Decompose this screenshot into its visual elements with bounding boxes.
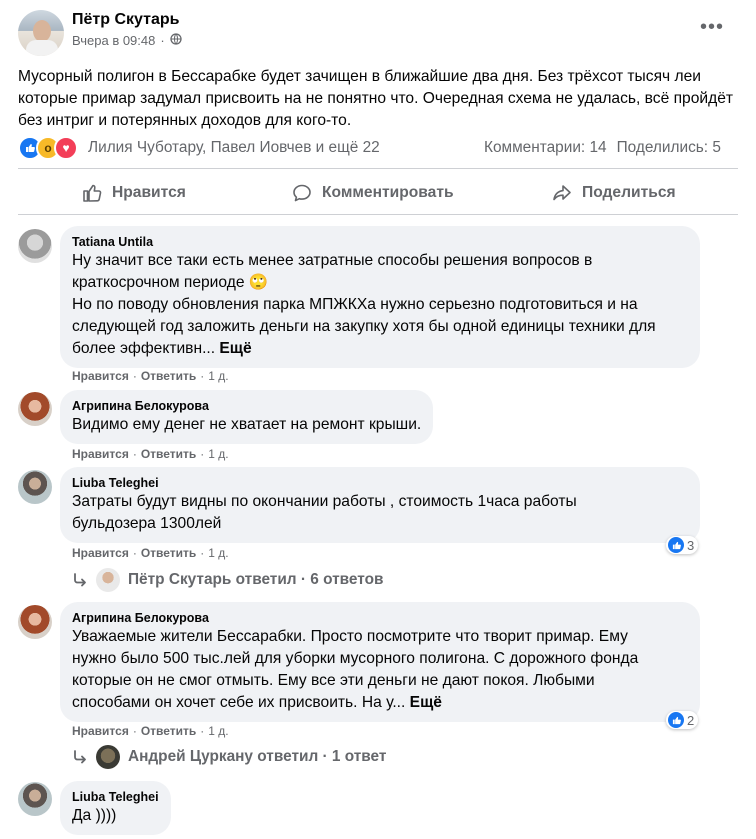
divider [18, 214, 738, 215]
commenter-avatar[interactable] [18, 392, 52, 426]
comment-bubble: Агрипина Белокурова Видимо ему денег не … [60, 390, 434, 444]
comment-button[interactable]: Комментировать [292, 176, 454, 210]
comment-icon [293, 184, 311, 202]
comment-text: Уважаемые жители Бессарабки. Просто посм… [72, 628, 639, 711]
like-label: Нравится [112, 184, 186, 201]
comment-actions: Нравится · Ответить · 1 д. [72, 369, 229, 383]
comment-text: Видимо ему денег не хватает на ремонт кр… [72, 416, 422, 433]
comment-reactions[interactable]: 2 [666, 711, 699, 729]
like-icon [668, 537, 684, 553]
share-button[interactable]: Поделиться [552, 176, 676, 210]
more-options-icon[interactable]: ••• [700, 16, 724, 39]
reply-arrow-icon [74, 573, 86, 587]
comment-time[interactable]: 1 д. [208, 546, 228, 560]
author-avatar[interactable] [18, 10, 64, 56]
post-timestamp[interactable]: Вчера в 09:48 [72, 33, 155, 48]
share-label: Поделиться [582, 184, 676, 201]
comment-bubble: Liuba Teleghei Да )))) [60, 781, 171, 835]
comment-like-link[interactable]: Нравится [72, 546, 129, 560]
comment-like-link[interactable]: Нравится [72, 369, 129, 383]
comment-reply-link[interactable]: Ответить [141, 369, 196, 383]
comment-time[interactable]: 1 д. [208, 724, 228, 738]
post-author-name[interactable]: Пётр Скутарь [72, 11, 179, 29]
comment-time[interactable]: 1 д. [208, 447, 228, 461]
post-meta: Вчера в 09:48 · [72, 33, 182, 48]
replier-avatar [96, 745, 120, 769]
view-replies-link[interactable]: Пётр Скутарь ответил · 6 ответов [72, 568, 383, 592]
comment-text: Затраты будут видны по окончании работы … [72, 493, 577, 532]
comment-reply-link[interactable]: Ответить [141, 447, 196, 461]
commenter-avatar[interactable] [18, 229, 52, 263]
comment-like-link[interactable]: Нравится [72, 447, 129, 461]
commenter-name[interactable]: Агрипина Белокурова [72, 398, 421, 414]
comment-bubble: Tatiana Untila Ну значит все таки есть м… [60, 226, 700, 368]
commenter-avatar[interactable] [18, 782, 52, 816]
comments-count[interactable]: Комментарии: 14 [484, 139, 607, 157]
see-more-link[interactable]: Ещё [219, 340, 251, 357]
thumbs-up-icon [83, 184, 102, 202]
replier-avatar [96, 568, 120, 592]
reaction-count: 2 [687, 712, 695, 728]
globe-icon [170, 33, 182, 48]
comment-text: Ну значит все таки есть менее затратные … [72, 252, 656, 357]
comment-bubble: Агрипина Белокурова Уважаемые жители Бес… [60, 602, 700, 722]
comment-time[interactable]: 1 д. [208, 369, 228, 383]
view-replies-link[interactable]: Андрей Цуркану ответил · 1 ответ [72, 745, 386, 769]
love-icon: ♥ [54, 136, 78, 160]
comment-reply-link[interactable]: Ответить [141, 546, 196, 560]
separator-dot: · [160, 33, 165, 48]
comment-actions: Нравится · Ответить · 1 д. [72, 546, 229, 560]
commenter-name[interactable]: Liuba Teleghei [72, 475, 688, 491]
commenter-name[interactable]: Агрипина Белокурова [72, 610, 688, 626]
commenter-name[interactable]: Liuba Teleghei [72, 789, 159, 805]
reaction-count: 3 [687, 537, 695, 553]
commenter-avatar[interactable] [18, 605, 52, 639]
comment-bubble: Liuba Teleghei Затраты будут видны по ок… [60, 467, 700, 543]
reply-arrow-icon [74, 750, 86, 764]
like-button[interactable]: Нравится [82, 176, 186, 210]
like-icon [668, 712, 684, 728]
comment-reactions[interactable]: 3 [666, 536, 699, 554]
shares-count[interactable]: Поделились: 5 [617, 139, 721, 157]
post-text: Мусорный полигон в Бессарабке будет зачи… [18, 68, 734, 129]
commenter-name[interactable]: Tatiana Untila [72, 234, 688, 250]
reaction-names[interactable]: Лилия Чуботару, Павел Иовчев и ещё 22 [88, 139, 380, 157]
comment-label: Комментировать [322, 184, 454, 201]
share-icon [553, 185, 571, 201]
comment-like-link[interactable]: Нравится [72, 724, 129, 738]
reaction-icons[interactable]: o ♥ [18, 136, 78, 160]
comment-reply-link[interactable]: Ответить [141, 724, 196, 738]
post-counts: Комментарии: 14 Поделились: 5 [484, 139, 721, 157]
commenter-avatar[interactable] [18, 470, 52, 504]
comment-actions: Нравится · Ответить · 1 д. [72, 724, 229, 738]
see-more-link[interactable]: Ещё [410, 694, 442, 711]
divider [18, 168, 738, 169]
comment-text: Да )))) [72, 807, 117, 824]
comment-actions: Нравится · Ответить · 1 д. [72, 447, 229, 461]
